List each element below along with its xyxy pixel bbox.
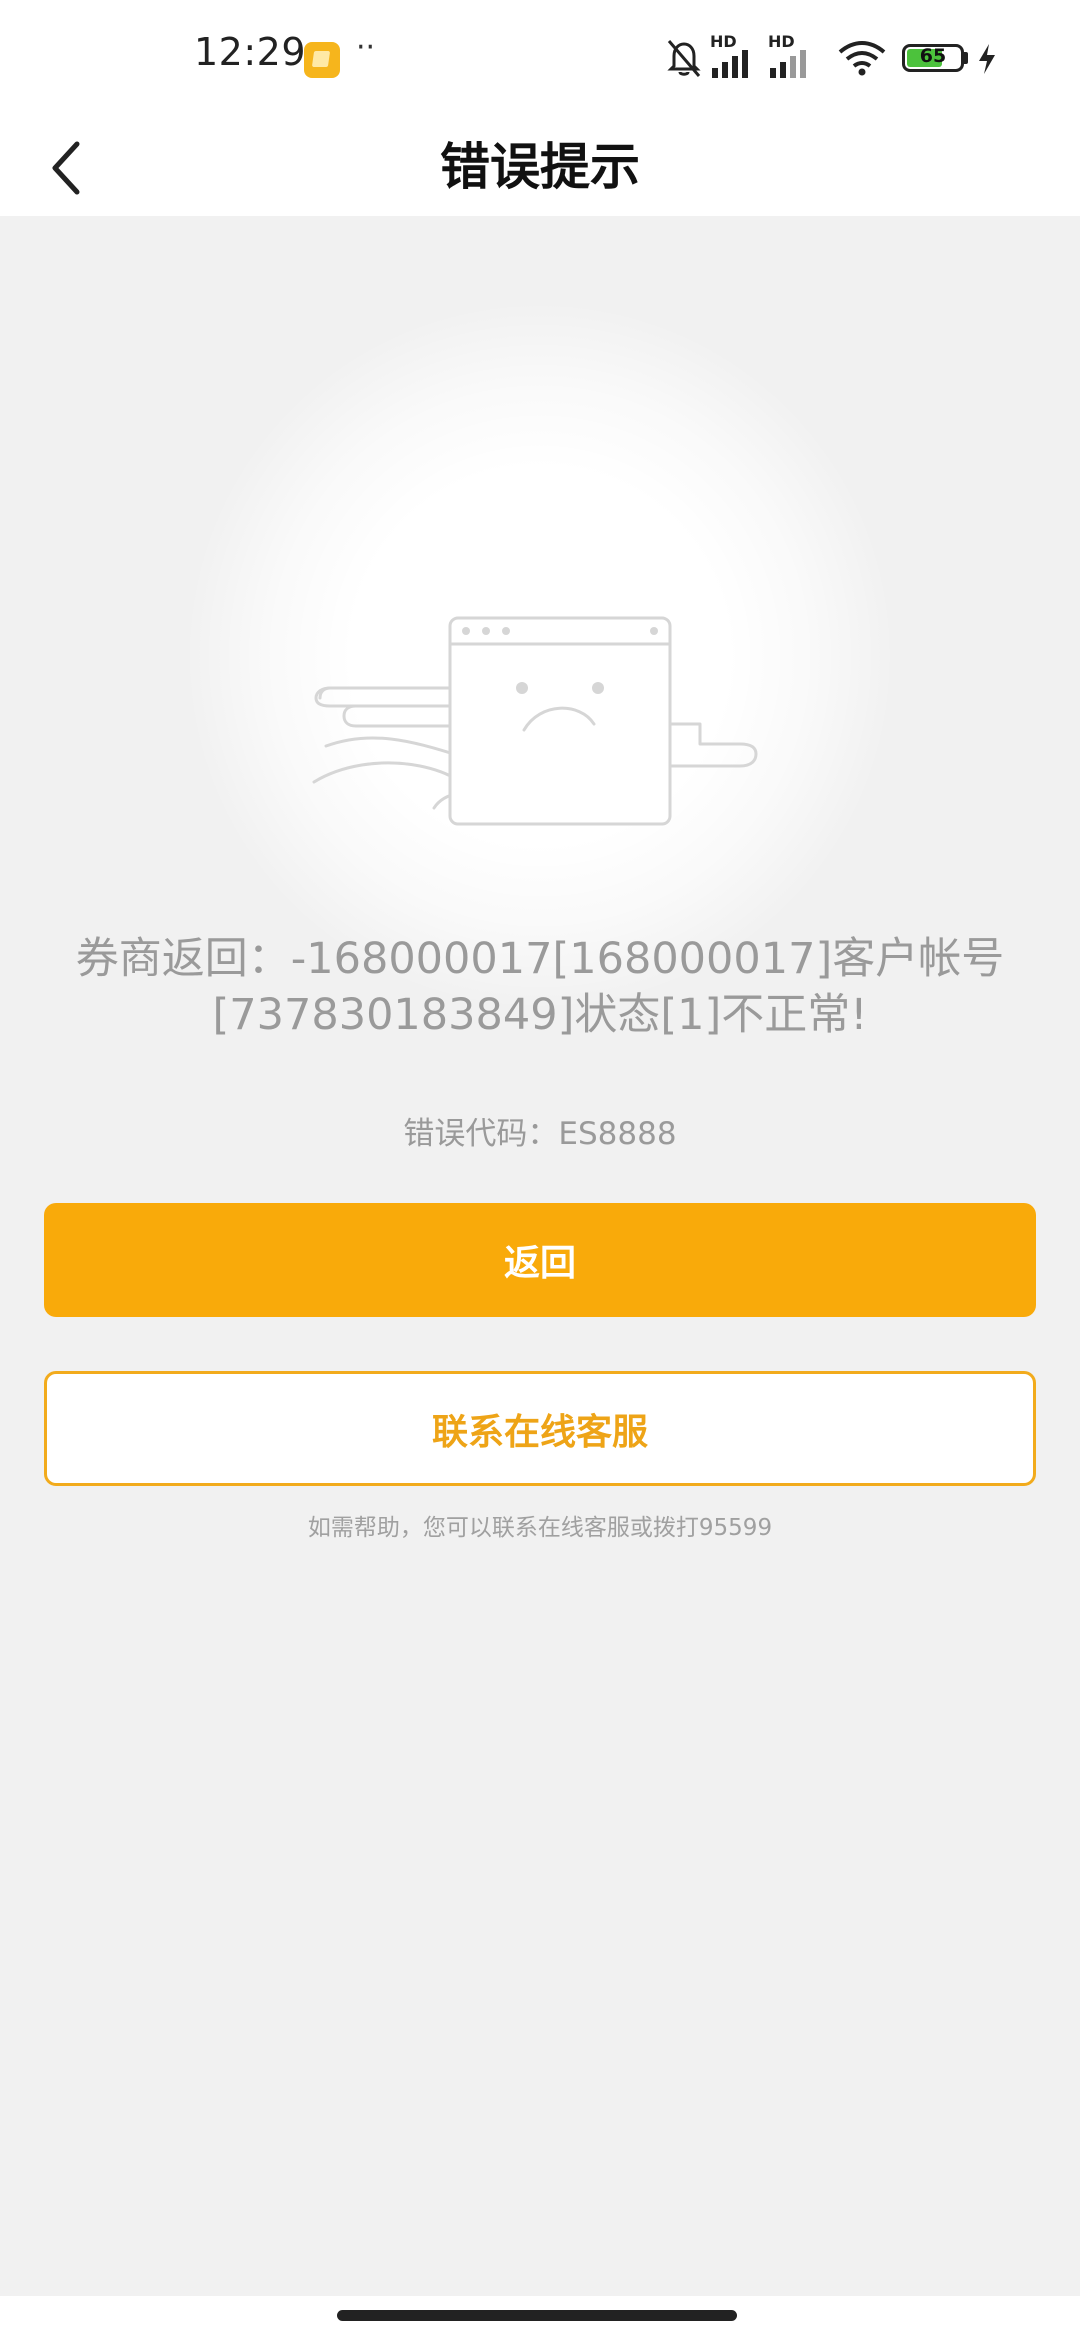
home-indicator[interactable] [337,2310,737,2321]
signal-icon [712,50,748,78]
status-bar: 12:29 ·· HD HD 65 [0,0,1080,118]
error-code: 错误代码：ES8888 [403,1116,677,1152]
battery-level: 65 [919,45,947,67]
sad-window-illustration [312,616,758,826]
error-content: 券商返回：-168000017[168000017]客户帐号[737830183… [0,216,1080,2296]
return-button[interactable]: 返回 [44,1203,1036,1317]
gesture-bar [0,2296,1080,2340]
mute-bell-icon [667,40,701,77]
status-icons: HD HD 65 [664,32,1024,80]
battery-icon: 65 [902,44,964,72]
nav-bar: 错误提示 [0,118,1080,216]
contact-online-service-button[interactable]: 联系在线客服 [44,1371,1036,1486]
app-notification-icon [304,42,340,78]
status-time: 12:29 [194,30,307,74]
error-message: 券商返回：-168000017[168000017]客户帐号[737830183… [75,934,1005,1040]
page-title: 错误提示 [440,138,640,196]
help-text: 如需帮助，您可以联系在线客服或拨打95599 [307,1515,773,1541]
more-dots-icon: ·· [356,30,376,65]
charging-icon [979,44,995,74]
signal-icon [770,50,806,78]
wifi-icon [838,41,886,76]
